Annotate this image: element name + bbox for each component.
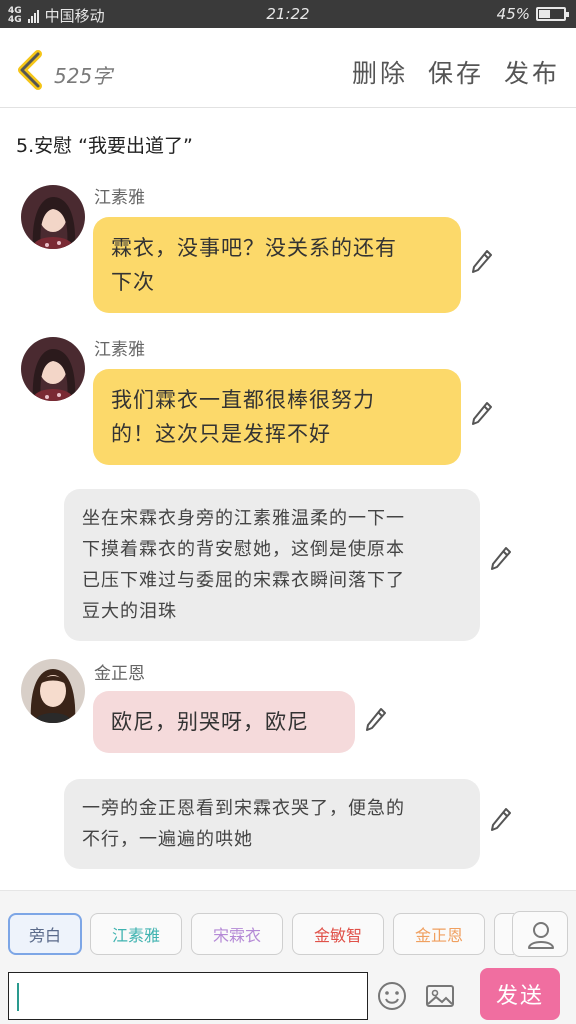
role-label: 金敏智 (313, 926, 362, 945)
story-content[interactable]: 5.安慰 “我要出道了” 江素雅 霖衣，没事吧？没关系的还有 下次 江素雅 我们… (0, 109, 576, 889)
send-button[interactable]: 发送 (480, 968, 560, 1020)
role-narrator[interactable]: 旁白 (8, 913, 82, 955)
delete-button[interactable]: 删除 (352, 54, 408, 90)
person-icon (528, 922, 554, 949)
role-song-linyi[interactable]: 宋霖衣 (191, 913, 283, 955)
narration-line: 豆大的泪珠 (82, 601, 177, 622)
pencil-icon[interactable] (365, 707, 387, 733)
avatar-kim-jeongeun[interactable] (21, 659, 85, 723)
role-kim-minji[interactable]: 金敏智 (292, 913, 384, 955)
bubble-line: 霖衣，没事吧？没关系的还有 (111, 236, 397, 260)
word-count: 525字 (54, 64, 113, 88)
status-bar: 4G 4G 中国移动 21:22 45% (0, 0, 576, 28)
pencil-icon[interactable] (490, 546, 512, 572)
role-selector-bar: 旁白 江素雅 宋霖衣 金敏智 金正恩 (0, 890, 576, 972)
pencil-icon[interactable] (471, 401, 493, 427)
speaker-name: 金正恩 (94, 664, 145, 684)
pencil-icon[interactable] (490, 807, 512, 833)
narration-line: 已压下难过与委屈的宋霖衣瞬间落下了 (82, 570, 405, 591)
speaker-name: 江素雅 (94, 188, 145, 208)
bubble-line: 的！这次只是发挥不好 (111, 422, 331, 446)
avatar-jiang-suya[interactable] (21, 185, 85, 249)
bubble-line: 我们霖衣一直都很棒很努力 (111, 388, 375, 412)
role-label: 金正恩 (414, 926, 463, 945)
role-label: 旁白 (28, 926, 61, 945)
image-icon[interactable] (424, 980, 456, 1012)
bubble-line: 欧尼，别哭呀，欧尼 (111, 710, 309, 734)
role-kim-jeongeun[interactable]: 金正恩 (393, 913, 485, 955)
narration-line: 下摸着霖衣的背安慰她，这倒是使原本 (82, 539, 405, 560)
chapter-title: 5.安慰 “我要出道了” (16, 135, 193, 157)
battery-percent: 45% (496, 5, 530, 23)
message-input[interactable] (8, 972, 368, 1020)
back-chevron-icon[interactable] (14, 50, 46, 90)
clock: 21:22 (266, 5, 310, 23)
role-label: 江素雅 (111, 926, 160, 945)
narration-line: 不行，一遍遍的哄她 (82, 829, 253, 850)
smiley-icon[interactable] (376, 980, 408, 1012)
dialogue-bubble[interactable]: 我们霖衣一直都很棒很努力 的！这次只是发挥不好 (93, 369, 461, 465)
role-more-partial[interactable] (494, 913, 514, 955)
battery-icon (536, 7, 569, 21)
dialogue-bubble[interactable]: 欧尼，别哭呀，欧尼 (93, 691, 355, 753)
text-caret (17, 983, 19, 1011)
narration-line: 一旁的金正恩看到宋霖衣哭了，便急的 (82, 798, 405, 819)
narration-line: 坐在宋霖衣身旁的江素雅温柔的一下一 (82, 508, 405, 529)
publish-button[interactable]: 发布 (504, 54, 560, 90)
pencil-icon[interactable] (471, 249, 493, 275)
dialogue-bubble[interactable]: 霖衣，没事吧？没关系的还有 下次 (93, 217, 461, 313)
compose-bar: 发送 (0, 968, 576, 1024)
role-jiang-suya[interactable]: 江素雅 (90, 913, 182, 955)
editor-header: 525字 删除 保存 发布 (0, 28, 576, 108)
add-role-button[interactable] (512, 911, 568, 957)
role-label: 宋霖衣 (212, 926, 261, 945)
narration-bubble[interactable]: 坐在宋霖衣身旁的江素雅温柔的一下一 下摸着霖衣的背安慰她，这倒是使原本 已压下难… (64, 489, 480, 641)
avatar-jiang-suya[interactable] (21, 337, 85, 401)
save-button[interactable]: 保存 (428, 54, 484, 90)
narration-bubble[interactable]: 一旁的金正恩看到宋霖衣哭了，便急的 不行，一遍遍的哄她 (64, 779, 480, 869)
bubble-line: 下次 (111, 270, 155, 294)
speaker-name: 江素雅 (94, 340, 145, 360)
